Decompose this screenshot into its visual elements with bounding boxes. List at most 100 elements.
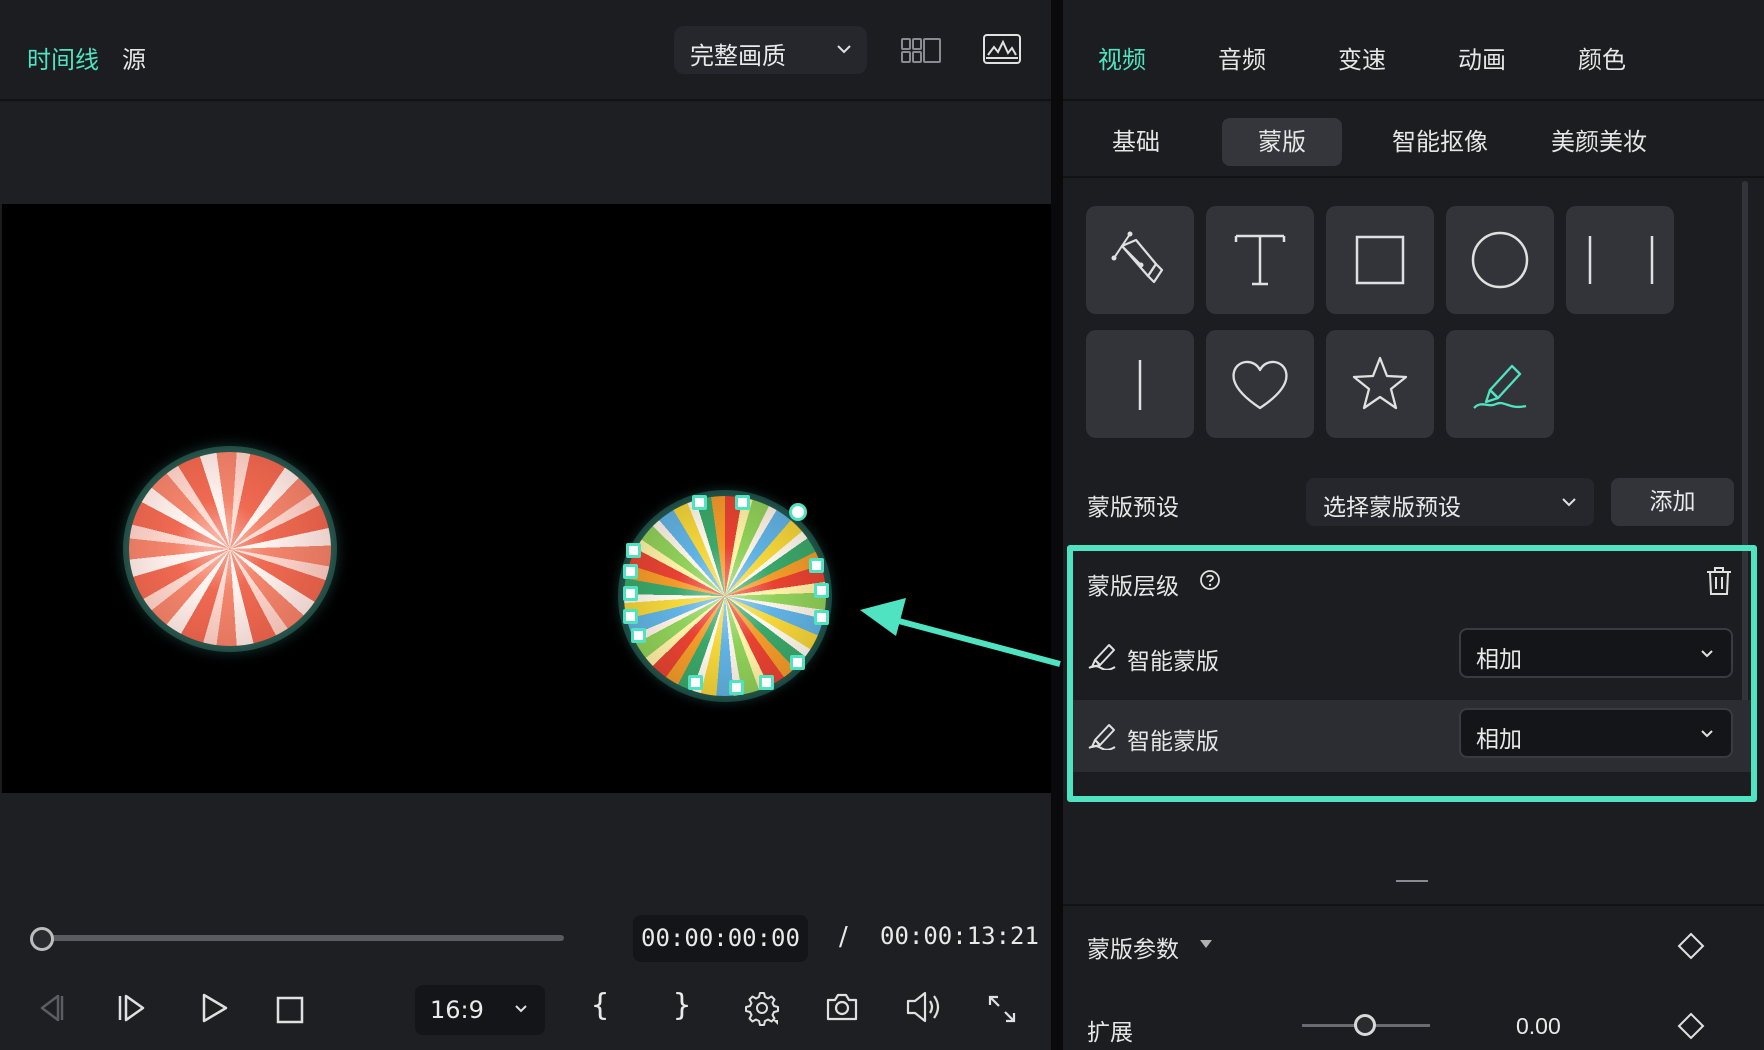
mask-handle[interactable]	[623, 564, 638, 579]
play-icon[interactable]	[198, 992, 230, 1024]
blend-mode-select[interactable]: 相加	[1459, 708, 1733, 758]
rotate-handle[interactable]	[789, 503, 807, 521]
mask-double-line-button[interactable]	[1566, 206, 1674, 314]
snapshot-icon[interactable]	[825, 992, 859, 1022]
prev-frame-icon[interactable]	[34, 992, 66, 1024]
mask-handle[interactable]	[814, 610, 829, 625]
current-time[interactable]: 00:00:00:00	[633, 915, 808, 962]
subtab-beauty[interactable]: 美颜美妆	[1529, 118, 1669, 166]
tab-color[interactable]: 颜色	[1578, 40, 1626, 75]
blend-mode-value: 相加	[1476, 727, 1522, 753]
red-lollipop-image	[129, 452, 331, 646]
mask-handle[interactable]	[814, 583, 829, 598]
resize-grip[interactable]	[1396, 880, 1428, 882]
tab-speed[interactable]: 变速	[1338, 40, 1386, 75]
tab-audio[interactable]: 音频	[1218, 40, 1266, 75]
playhead-knob[interactable]	[30, 927, 54, 951]
expand-slider-knob[interactable]	[1354, 1014, 1376, 1036]
mask-params-title[interactable]: 蒙版参数	[1087, 930, 1179, 964]
subtab-smart-cutout[interactable]: 智能抠像	[1370, 118, 1510, 166]
next-frame-icon[interactable]	[116, 992, 148, 1024]
panel-divider	[1051, 0, 1063, 1050]
mask-handle[interactable]	[688, 675, 703, 690]
aspect-ratio-select[interactable]: 16:9	[415, 985, 545, 1035]
subtab-mask[interactable]: 蒙版	[1222, 118, 1342, 166]
brush-icon	[1088, 644, 1116, 670]
quality-select[interactable]: 完整画质	[674, 26, 867, 74]
mask-layer-row[interactable]: 智能蒙版 相加	[1073, 620, 1751, 692]
mark-out-button[interactable]: }	[673, 988, 691, 1023]
mask-layers-title: 蒙版层级	[1087, 574, 1179, 600]
time-separator: /	[839, 922, 848, 952]
mask-heart-button[interactable]	[1206, 330, 1314, 438]
add-preset-button[interactable]: 添加	[1611, 478, 1734, 526]
tab-timeline[interactable]: 时间线	[27, 40, 99, 75]
chevron-down-icon	[1562, 498, 1576, 507]
chevron-down-icon	[515, 1005, 527, 1013]
heart-icon	[1232, 360, 1288, 410]
aspect-ratio-value: 16:9	[430, 996, 484, 1024]
mask-handle[interactable]	[729, 680, 744, 695]
caret-down-icon[interactable]	[1199, 938, 1213, 950]
preview-canvas[interactable]	[2, 204, 1051, 793]
mask-preset-label: 蒙版预设	[1087, 495, 1179, 521]
mask-smart-brush-button[interactable]	[1446, 330, 1554, 438]
blend-mode-select[interactable]: 相加	[1459, 628, 1733, 678]
mask-layer-name: 智能蒙版	[1127, 729, 1219, 755]
mask-handle[interactable]	[735, 495, 750, 510]
tab-animation[interactable]: 动画	[1458, 40, 1506, 75]
mask-handle[interactable]	[759, 675, 774, 690]
waveform-monitor-icon[interactable]	[982, 33, 1022, 65]
single-line-icon	[1138, 360, 1142, 410]
viewer-letterbox-top	[0, 103, 1051, 204]
chevron-down-icon	[1701, 650, 1713, 658]
video-player-panel: 时间线 源 完整画质 00:00:00:00 / 00:00:13:21 16:…	[0, 0, 1051, 1050]
smart-brush-icon	[1473, 364, 1527, 409]
mask-handle[interactable]	[623, 586, 638, 601]
expand-value[interactable]: 0.00	[1516, 1013, 1561, 1040]
mask-handle[interactable]	[692, 495, 707, 510]
mask-preset-select[interactable]: 选择蒙版预设	[1306, 478, 1594, 526]
grid-layout-icon[interactable]	[900, 36, 944, 66]
mask-handle[interactable]	[626, 543, 641, 558]
mask-preset-placeholder: 选择蒙版预设	[1323, 495, 1461, 521]
trash-icon[interactable]	[1704, 565, 1734, 597]
expand-label: 扩展	[1087, 1020, 1133, 1046]
section-divider	[1063, 904, 1764, 906]
keyframe-diamond-icon[interactable]	[1677, 932, 1705, 960]
mask-star-button[interactable]	[1326, 330, 1434, 438]
tab-video[interactable]: 视频	[1098, 40, 1146, 75]
mask-handle[interactable]	[790, 655, 805, 670]
mask-rectangle-button[interactable]	[1326, 206, 1434, 314]
double-line-icon	[1588, 236, 1654, 284]
total-time: 00:00:13:21	[880, 922, 1039, 950]
quality-select-value: 完整画质	[690, 42, 786, 70]
sub-tabs: 基础 蒙版 智能抠像 美颜美妆	[1063, 103, 1764, 178]
chevron-down-icon	[1701, 730, 1713, 738]
mask-line-button[interactable]	[1086, 330, 1194, 438]
rectangle-icon	[1355, 235, 1405, 285]
chevron-down-icon	[837, 45, 851, 54]
star-icon	[1352, 356, 1408, 410]
settings-icon[interactable]	[743, 990, 781, 1026]
mark-in-button[interactable]: {	[591, 988, 609, 1023]
blend-mode-value: 相加	[1476, 647, 1522, 673]
mask-layer-name: 智能蒙版	[1127, 649, 1219, 675]
mask-pen-button[interactable]	[1086, 206, 1194, 314]
mask-handle[interactable]	[809, 558, 824, 573]
stop-icon[interactable]	[276, 996, 304, 1024]
mask-layer-row-selected[interactable]: 智能蒙版 相加	[1073, 700, 1751, 772]
mask-handle[interactable]	[623, 609, 638, 624]
main-tabs: 视频 音频 变速 动画 颜色	[1063, 0, 1764, 101]
subtab-basic[interactable]: 基础	[1083, 118, 1189, 166]
text-icon	[1234, 234, 1286, 286]
help-icon[interactable]	[1199, 569, 1221, 591]
volume-icon[interactable]	[905, 990, 943, 1024]
fullscreen-icon[interactable]	[987, 994, 1017, 1024]
tab-source[interactable]: 源	[122, 40, 146, 75]
playback-progress-bar[interactable]	[40, 935, 564, 941]
mask-handle[interactable]	[631, 628, 646, 643]
keyframe-diamond-icon[interactable]	[1677, 1012, 1705, 1040]
mask-text-button[interactable]	[1206, 206, 1314, 314]
mask-circle-button[interactable]	[1446, 206, 1554, 314]
